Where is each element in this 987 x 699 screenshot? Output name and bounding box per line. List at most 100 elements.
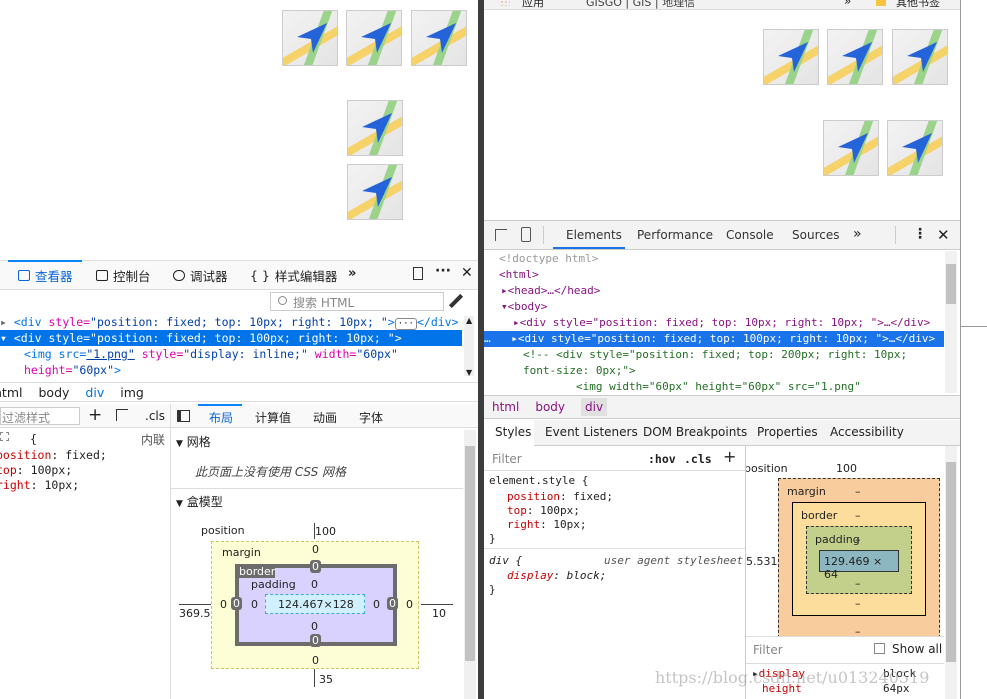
- more-tabs-icon[interactable]: »: [348, 266, 356, 281]
- layout-scrollbar-thumb[interactable]: [465, 446, 475, 661]
- bm-margin-bottom[interactable]: 0: [312, 654, 319, 667]
- breadcrumb-body[interactable]: body: [535, 400, 565, 414]
- chrome-markup-scrollbar-thumb[interactable]: [946, 264, 956, 304]
- tab-fonts[interactable]: 字体: [359, 409, 383, 426]
- markup-line-selected[interactable]: ▾ <div style="position: fixed; top: 100p…: [0, 330, 462, 346]
- bm-position-left[interactable]: 5.531: [746, 555, 778, 568]
- tab-inspector[interactable]: 查看器: [18, 266, 73, 284]
- bm-padding-bottom[interactable]: 0: [311, 620, 318, 633]
- tab-properties[interactable]: Properties: [757, 425, 818, 439]
- element-style-selector[interactable]: element.style {: [489, 474, 588, 487]
- menu-kebab-icon[interactable]: ⋮: [913, 226, 927, 242]
- markup-line[interactable]: <!doctype html>: [499, 251, 598, 267]
- markup-line[interactable]: font-size: 0px;">: [523, 363, 636, 379]
- new-rule-icon[interactable]: +: [723, 447, 736, 466]
- eyedropper-icon[interactable]: [448, 293, 464, 309]
- bm-border-top[interactable]: –: [855, 509, 861, 522]
- breadcrumb-div[interactable]: div: [85, 385, 104, 400]
- bookmark-apps[interactable]: 应用: [522, 0, 544, 9]
- sidebar-toggle-icon[interactable]: [177, 410, 190, 422]
- more-tabs-icon[interactable]: »: [853, 226, 862, 242]
- dock-icon[interactable]: [413, 267, 423, 280]
- src-link[interactable]: "1.png": [86, 347, 134, 361]
- bookmarks-more-icon[interactable]: »: [844, 0, 851, 8]
- chrome-styles-scrollbar-thumb[interactable]: [946, 462, 956, 662]
- tab-event-listeners[interactable]: Event Listeners: [545, 425, 638, 439]
- close-devtools-icon[interactable]: ✕: [937, 226, 950, 244]
- computed-filter-input[interactable]: Filter: [753, 643, 783, 657]
- markup-line[interactable]: <img width="60px" height="60px" src="1.p…: [576, 379, 861, 393]
- tab-console[interactable]: Console: [726, 228, 774, 242]
- ff-rule-top[interactable]: top: 100px;: [0, 463, 72, 477]
- markup-line[interactable]: <img src="1.png" style="display: inline;…: [24, 346, 398, 362]
- bm-padding-left[interactable]: 0: [251, 598, 258, 611]
- tab-layout[interactable]: 布局: [209, 409, 233, 426]
- bm-content-box[interactable]: 124.467×128: [265, 594, 365, 614]
- close-icon[interactable]: ✕: [461, 265, 473, 281]
- bookmark-gisgo[interactable]: GISGO | GIS | 地理信: [586, 0, 695, 9]
- tab-style-editor[interactable]: { } 样式编辑器: [250, 266, 337, 284]
- apps-icon[interactable]: [500, 0, 510, 6]
- grid-section-header[interactable]: ▼ 网格: [176, 433, 211, 450]
- tab-animations[interactable]: 动画: [313, 409, 337, 426]
- markup-line[interactable]: ▾<body>: [501, 299, 547, 315]
- ellipsis-badge[interactable]: ···: [394, 318, 417, 330]
- markup-line-selected[interactable]: … ▸<div style="position: fixed; top: 100…: [484, 331, 944, 347]
- cls-toggle[interactable]: .cls: [684, 452, 712, 466]
- device-toolbar-icon[interactable]: [521, 227, 531, 242]
- bm-margin-top[interactable]: –: [855, 485, 861, 498]
- ua-selector[interactable]: div {: [489, 554, 522, 567]
- inspect-element-icon[interactable]: [495, 229, 507, 241]
- markup-line[interactable]: ▸<div style="position: fixed; top: 10px;…: [513, 315, 930, 331]
- markup-line[interactable]: <html>: [499, 267, 539, 283]
- breadcrumb-img[interactable]: img: [120, 385, 144, 400]
- markup-line[interactable]: <!-- <div style="position: fixed; top: 2…: [523, 347, 907, 363]
- bm-border-left[interactable]: 0: [231, 597, 242, 610]
- hov-toggle[interactable]: :hov: [648, 452, 676, 466]
- bm-position-right[interactable]: 10: [432, 607, 446, 620]
- markup-line[interactable]: ▸ <div style="position: fixed; top: 10px…: [0, 314, 459, 330]
- markup-line[interactable]: height="60px">: [24, 362, 121, 378]
- bm-padding-top[interactable]: 0: [311, 578, 318, 591]
- add-rule-icon[interactable]: +: [88, 405, 102, 425]
- markup-scrollbar[interactable]: [464, 316, 474, 376]
- bm-position-top[interactable]: 100: [836, 462, 857, 475]
- tab-performance[interactable]: Performance: [637, 228, 713, 242]
- breadcrumb-html[interactable]: html: [0, 385, 22, 400]
- scroll-up-icon[interactable]: ▲: [466, 316, 472, 325]
- breadcrumb-html[interactable]: html: [492, 400, 519, 414]
- tab-styles[interactable]: Styles: [495, 425, 531, 439]
- bm-border-bottom[interactable]: –: [855, 597, 861, 610]
- ff-rule-position[interactable]: position: fixed;: [0, 448, 107, 462]
- boxmodel-section-header[interactable]: ▼ 盒模型: [176, 493, 223, 510]
- chrome-rule-top[interactable]: top: 100px;: [507, 504, 580, 517]
- bm-border-top[interactable]: 0: [310, 560, 321, 573]
- tab-accessibility[interactable]: Accessibility: [830, 425, 904, 439]
- tab-computed[interactable]: 计算值: [255, 409, 291, 426]
- bm-margin-right[interactable]: 0: [406, 598, 413, 611]
- bm-padding-top[interactable]: –: [855, 533, 861, 546]
- ff-rule-right[interactable]: right: 10px;: [0, 478, 79, 492]
- tab-elements[interactable]: Elements: [566, 228, 622, 242]
- bm-border-right[interactable]: 0: [387, 597, 398, 610]
- bm-content-box[interactable]: 129.469 × 64: [819, 550, 899, 581]
- tab-dom-breakpoints[interactable]: DOM Breakpoints: [643, 425, 747, 439]
- tab-sources[interactable]: Sources: [792, 228, 839, 242]
- bm-margin-top[interactable]: 0: [312, 543, 319, 556]
- markup-line[interactable]: ▸<head>…</head>: [501, 283, 600, 299]
- menu-dots-icon[interactable]: ···: [435, 263, 451, 279]
- pseudo-class-icon[interactable]: [116, 409, 128, 421]
- chrome-rule-right[interactable]: right: 10px;: [507, 518, 587, 531]
- cls-toggle[interactable]: .cls: [145, 409, 165, 423]
- bm-padding-right[interactable]: 0: [373, 598, 380, 611]
- breadcrumb-div[interactable]: div: [581, 398, 608, 416]
- bookmark-other[interactable]: 其他书签: [896, 0, 940, 9]
- bm-margin-left[interactable]: 0: [220, 598, 227, 611]
- tab-console[interactable]: 控制台: [96, 266, 151, 284]
- scroll-down-icon[interactable]: ▼: [466, 368, 472, 377]
- bm-border-bottom[interactable]: 0: [310, 634, 321, 647]
- bm-margin-bottom[interactable]: –: [855, 625, 861, 636]
- show-all-checkbox[interactable]: [874, 643, 885, 654]
- chrome-rule-position[interactable]: position: fixed;: [507, 490, 613, 503]
- bm-position-top[interactable]: 100: [315, 525, 336, 538]
